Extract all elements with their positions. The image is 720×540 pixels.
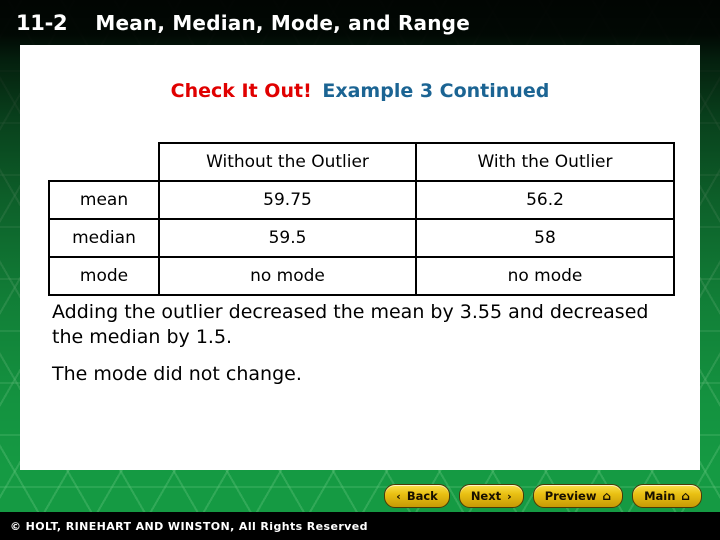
navigation-bar: ‹ Back Next › Preview ⌂ Main ⌂ xyxy=(0,482,720,510)
next-button[interactable]: Next › xyxy=(458,484,524,508)
table-corner-cell xyxy=(49,143,159,181)
slide-canvas: 11-2 Mean, Median, Mode, and Range Check… xyxy=(0,0,720,540)
lesson-number: 11-2 xyxy=(16,10,68,35)
example-heading: Check It Out! Example 3 Continued xyxy=(20,80,700,102)
cell-mode-without: no mode xyxy=(158,256,417,296)
preview-button-label: Preview xyxy=(544,489,597,503)
chevron-left-icon: ‹ xyxy=(396,489,401,503)
row-label-mode: mode xyxy=(48,256,160,296)
conclusion-paragraph-1: Adding the outlier decreased the mean by… xyxy=(52,301,649,348)
statistics-table-wrapper: Without the Outlier With the Outlier mea… xyxy=(48,142,675,296)
column-header-without-outlier: Without the Outlier xyxy=(158,142,417,182)
footer-bar: © HOLT, RINEHART AND WINSTON, All Rights… xyxy=(0,512,720,540)
preview-button[interactable]: Preview ⌂ xyxy=(532,484,624,508)
copyright-notice: © HOLT, RINEHART AND WINSTON, All Rights… xyxy=(10,519,368,533)
statistics-table: Without the Outlier With the Outlier mea… xyxy=(48,142,675,296)
conclusion-paragraph-2: The mode did not change. xyxy=(52,363,302,385)
table-row: mean 59.75 56.2 xyxy=(48,180,675,220)
row-label-mean: mean xyxy=(48,180,160,220)
column-header-with-outlier: With the Outlier xyxy=(415,142,675,182)
cell-median-with: 58 xyxy=(415,218,675,258)
back-button[interactable]: ‹ Back xyxy=(384,484,450,508)
cell-mean-with: 56.2 xyxy=(415,180,675,220)
check-it-out-label: Check It Out! xyxy=(170,80,312,102)
next-button-label: Next xyxy=(470,489,502,503)
main-button[interactable]: Main ⌂ xyxy=(632,484,702,508)
table-row: median 59.5 58 xyxy=(48,218,675,258)
cell-mode-with: no mode xyxy=(415,256,675,296)
cell-median-without: 59.5 xyxy=(158,218,417,258)
main-button-label: Main xyxy=(644,489,676,503)
back-button-label: Back xyxy=(406,489,438,503)
chevron-right-icon: › xyxy=(507,489,512,503)
row-label-median: median xyxy=(48,218,160,258)
content-panel: Check It Out! Example 3 Continued Withou… xyxy=(20,45,700,470)
page-title: Mean, Median, Mode, and Range xyxy=(95,10,470,35)
table-header-row: Without the Outlier With the Outlier xyxy=(49,142,675,182)
home-icon: ⌂ xyxy=(681,489,690,503)
slide-title-bar: 11-2 Mean, Median, Mode, and Range xyxy=(0,0,720,45)
cell-mean-without: 59.75 xyxy=(158,180,417,220)
example-continued-label: Example 3 Continued xyxy=(322,80,550,102)
table-row: mode no mode no mode xyxy=(48,256,675,296)
home-icon: ⌂ xyxy=(602,489,612,503)
